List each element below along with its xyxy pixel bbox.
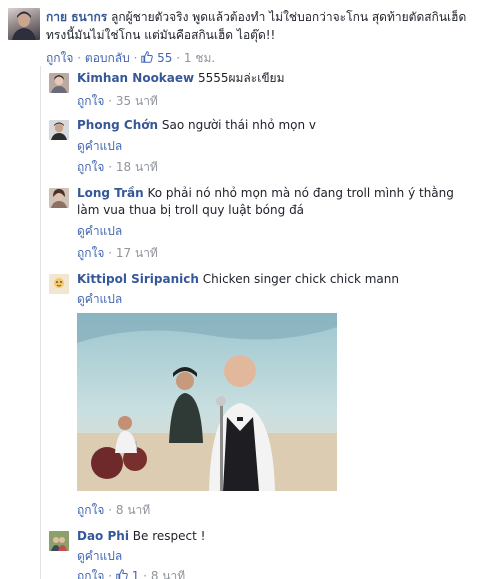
comment-actions: ถูกใจ · 1 · 8 นาที (77, 568, 185, 579)
reply-body: Long Trần Ko phải nó nhỏ mọn mà nó đang … (77, 185, 477, 219)
reply-item: Long Trần Ko phải nó nhỏ mọn mà nó đang … (49, 185, 479, 265)
reply-item: Phong Chớn Sao người thái nhỏ mọn v ดูคำ… (49, 117, 479, 177)
reply-item: Kimhan Nookaew 5555ผมล่ะเขียม ถูกใจ · 35… (49, 70, 479, 110)
comment-text: 5555ผมล่ะเขียม (197, 71, 285, 85)
reply-item: Dao Phi Be respect ! ดูคำแปล ถูกใจ · 1 ·… (49, 528, 479, 579)
avatar[interactable] (49, 531, 69, 551)
comment-text: Sao người thái nhỏ mọn v (161, 118, 317, 132)
comment-actions: ถูกใจ · 8 นาที (77, 502, 150, 518)
like-link[interactable]: ถูกใจ (46, 51, 73, 65)
comment-time[interactable]: 17 นาที (116, 246, 158, 260)
thumbs-up-icon (116, 569, 128, 579)
separator: · (108, 569, 113, 579)
like-count-value: 1 (131, 569, 140, 579)
like-link[interactable]: ถูกใจ (77, 569, 104, 579)
comment-author[interactable]: Dao Phi (77, 529, 129, 543)
comment-actions: ถูกใจ · 18 นาที (77, 159, 158, 175)
comment-author[interactable]: Long Trần (77, 186, 144, 200)
like-count-value: 55 (157, 51, 173, 65)
like-count[interactable]: 55 (141, 51, 176, 65)
reply-link[interactable]: ตอบกลับ (85, 51, 130, 65)
photo-image (77, 313, 337, 491)
profile-photo-icon (51, 122, 67, 140)
profile-photo-icon (49, 531, 69, 551)
separator: · (108, 160, 113, 174)
see-translation-link[interactable]: ดูคำแปล (77, 223, 122, 239)
like-count[interactable]: 1 (116, 569, 143, 579)
comment-actions: ถูกใจ · 17 นาที (77, 245, 158, 261)
separator: · (77, 51, 82, 65)
see-translation-link[interactable]: ดูคำแปล (77, 291, 122, 307)
attached-photo[interactable] (77, 313, 337, 491)
comment-time[interactable]: 18 นาที (116, 160, 158, 174)
comment-time[interactable]: 8 นาที (116, 503, 150, 517)
reply-body: Phong Chớn Sao người thái nhỏ mọn v (77, 117, 477, 134)
like-link[interactable]: ถูกใจ (77, 246, 104, 260)
separator: · (108, 94, 113, 108)
separator: · (108, 503, 113, 517)
profile-photo-icon (51, 75, 67, 93)
separator: · (143, 569, 148, 579)
profile-photo-icon (51, 189, 67, 208)
comment-text: ลูกผู้ชายตัวจริง พูดแล้วต้องทำ ไม่ใช่บอก… (46, 10, 467, 42)
reply-body: Kimhan Nookaew 5555ผมล่ะเขียม (77, 70, 477, 87)
reply-body: Kittipol Siripanich Chicken singer chick… (77, 271, 477, 288)
comment-text: Chicken singer chick chick mann (202, 272, 399, 286)
profile-photo-icon (49, 274, 69, 294)
profile-photo-icon (12, 11, 36, 40)
reply-body: Dao Phi Be respect ! (77, 528, 477, 545)
avatar[interactable] (8, 8, 40, 40)
comment-time[interactable]: 35 นาที (116, 94, 158, 108)
comment-time[interactable]: 8 นาที (151, 569, 185, 579)
separator: · (108, 246, 113, 260)
avatar[interactable] (49, 188, 69, 208)
like-link[interactable]: ถูกใจ (77, 160, 104, 174)
comment-author[interactable]: กาย ธนากร (46, 10, 107, 24)
avatar[interactable] (49, 120, 69, 140)
separator: · (133, 51, 138, 65)
comment-text: Be respect ! (132, 529, 206, 543)
comment-actions: ถูกใจ · ตอบกลับ · 55 · 1 ชม. (46, 50, 215, 66)
comment-author[interactable]: Kittipol Siripanich (77, 272, 199, 286)
comment-time[interactable]: 1 ชม. (184, 51, 215, 65)
thumbs-up-icon (141, 51, 154, 63)
comment-actions: ถูกใจ · 35 นาที (77, 93, 158, 109)
separator: · (176, 51, 181, 65)
reply-thread-line (40, 66, 41, 579)
avatar[interactable] (49, 274, 69, 294)
like-link[interactable]: ถูกใจ (77, 94, 104, 108)
main-comment-body: กาย ธนากร ลูกผู้ชายตัวจริง พูดแล้วต้องทำ… (46, 8, 478, 44)
comment-author[interactable]: Kimhan Nookaew (77, 71, 194, 85)
avatar[interactable] (49, 73, 69, 93)
like-link[interactable]: ถูกใจ (77, 503, 104, 517)
see-translation-link[interactable]: ดูคำแปล (77, 138, 122, 154)
see-translation-link[interactable]: ดูคำแปล (77, 548, 122, 564)
comment-author[interactable]: Phong Chớn (77, 118, 158, 132)
